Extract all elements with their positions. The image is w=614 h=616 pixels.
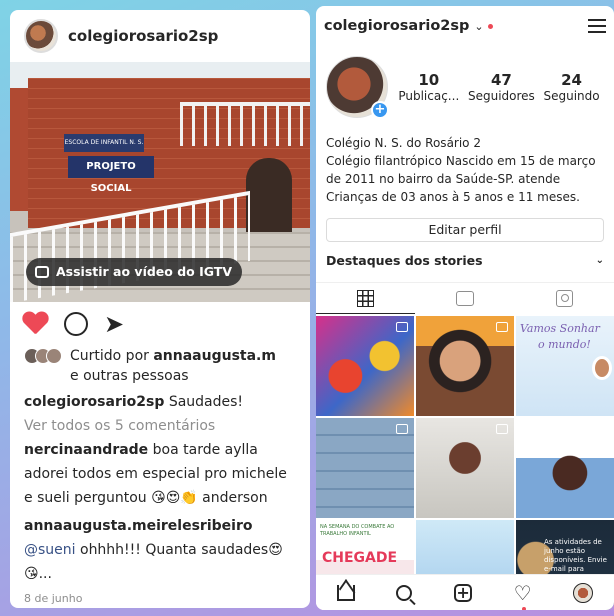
bottom-nav: + ♡: [316, 574, 614, 610]
tile-text: o mundo!: [538, 338, 591, 351]
chevron-down-icon: ⌄: [595, 254, 604, 266]
liked-by-suffix: e outras pessoas: [70, 368, 189, 384]
notification-dot: [487, 23, 493, 29]
view-all-comments-link[interactable]: Ver todos os 5 comentários: [10, 412, 310, 434]
profile-username[interactable]: colegiorosario2sp: [324, 18, 469, 34]
posts-grid: Vamos Sonhar o mundo! NA SEMANA DO COMBA…: [316, 314, 614, 610]
grid-icon: [357, 289, 375, 307]
tile-text: NA SEMANA DO COMBATE AO TRABALHO INFANTI…: [320, 524, 395, 537]
post-date: 8 de junho: [24, 592, 83, 605]
grid-post[interactable]: [316, 316, 414, 416]
liked-by[interactable]: Curtido por annaaugusta.m e outras pesso…: [10, 346, 310, 386]
liked-by-user[interactable]: annaaugusta.m: [153, 348, 276, 364]
post-caption: colegiorosario2sp Saudades!: [10, 386, 310, 412]
liker-avatars: [24, 348, 62, 364]
post-avatar[interactable]: [24, 19, 58, 53]
home-icon[interactable]: [336, 584, 355, 601]
tile-photo: [592, 356, 612, 380]
avatar: [46, 348, 62, 364]
activity-heart-icon[interactable]: ♡: [514, 583, 532, 610]
comment-username[interactable]: annaaugusta.meirelesribeiro: [24, 518, 252, 534]
stat-followers[interactable]: 47 Seguidores: [468, 71, 535, 103]
tile-title: CHEGADE: [322, 550, 398, 566]
comment: annaaugusta.meirelesribeiro @sueni ohhhh…: [10, 510, 310, 586]
bio-name: Colégio N. S. do Rosário 2: [326, 136, 481, 150]
building-sign: PROJETO SOCIAL: [68, 156, 154, 194]
liked-by-prefix: Curtido por: [70, 348, 154, 364]
grid-post[interactable]: [416, 316, 514, 416]
grid-post[interactable]: [416, 418, 514, 518]
profile-tabs: [316, 282, 614, 314]
grid-post[interactable]: [316, 418, 414, 518]
stat-number: 47: [490, 71, 512, 89]
stat-label: Seguindo: [543, 89, 600, 103]
stat-posts[interactable]: 10 Publicaç...: [398, 71, 459, 103]
profile-stats: 10 Publicaç... 47 Seguidores 24 Seguindo: [394, 71, 604, 103]
edit-profile-button[interactable]: Editar perfil: [326, 218, 604, 242]
notification-dot: [521, 606, 526, 610]
comment: nercinaandrade boa tarde aylla adorei to…: [10, 434, 310, 510]
search-icon[interactable]: [396, 584, 413, 601]
menu-icon[interactable]: [588, 19, 606, 33]
igtv-icon: [496, 424, 508, 434]
profile-stats-row: + 10 Publicaç... 47 Seguidores 24 Seguin…: [316, 46, 614, 124]
tile-text: Vamos Sonhar: [520, 322, 600, 335]
heart-icon[interactable]: [22, 312, 48, 336]
comment-username[interactable]: nercinaandrade: [24, 442, 148, 458]
stat-label: Seguidores: [467, 89, 535, 103]
igtv-label: Assistir ao vídeo do IGTV: [56, 264, 233, 279]
tab-tagged[interactable]: [515, 283, 614, 314]
add-story-icon[interactable]: +: [371, 101, 389, 119]
new-post-icon[interactable]: +: [454, 583, 473, 602]
stat-number: 10: [418, 71, 440, 89]
profile-bio: Colégio N. S. do Rosário 2 Colégio filan…: [316, 124, 614, 206]
story-highlights[interactable]: Destaques dos stories ⌄: [316, 242, 614, 270]
stat-following[interactable]: 24 Seguindo: [544, 71, 600, 103]
post-card: colegiorosario2sp ESCOLA DE INFANTIL N. …: [10, 10, 310, 608]
comment-mention[interactable]: @sueni: [24, 542, 76, 558]
tab-igtv[interactable]: [415, 283, 514, 314]
balcony-railing: [180, 102, 310, 146]
stat-number: 24: [561, 71, 582, 89]
igtv-icon: [496, 322, 508, 332]
igtv-icon: [396, 322, 408, 332]
caption-username[interactable]: colegiorosario2sp: [24, 394, 164, 410]
igtv-icon: [455, 291, 474, 306]
igtv-icon: [35, 266, 49, 278]
profile-avatar[interactable]: +: [326, 56, 389, 119]
post-header: colegiorosario2sp: [10, 10, 310, 62]
post-actions: ➤: [10, 302, 310, 346]
igtv-icon: [596, 424, 608, 434]
comment-icon[interactable]: [64, 312, 88, 336]
building-sign-small: ESCOLA DE INFANTIL N. S. DO ROSÁRIO: [64, 134, 144, 164]
stat-label: Publicaç...: [398, 89, 460, 103]
chevron-down-icon[interactable]: ⌄: [474, 20, 483, 33]
grid-post[interactable]: [516, 418, 614, 518]
video-icon: [396, 424, 408, 434]
tagged-icon: [555, 290, 573, 307]
caption-text: Saudades!: [164, 394, 244, 410]
bio-text: Colégio filantrópico Nascido em 15 de ma…: [326, 154, 596, 204]
profile-nav-icon[interactable]: [573, 582, 594, 603]
igtv-watch-button[interactable]: Assistir ao vídeo do IGTV: [26, 258, 243, 286]
post-username[interactable]: colegiorosario2sp: [68, 27, 218, 45]
post-image[interactable]: ESCOLA DE INFANTIL N. S. DO ROSÁRIO PROJ…: [10, 62, 310, 302]
profile-topbar: colegiorosario2sp ⌄: [316, 6, 614, 46]
tile-text: As atividades de junho estão disponíveis…: [544, 538, 607, 573]
grid-post[interactable]: Vamos Sonhar o mundo!: [516, 316, 614, 416]
tab-grid[interactable]: [316, 283, 416, 314]
highlights-label: Destaques dos stories: [326, 252, 483, 268]
profile-screen: colegiorosario2sp ⌄ + 10 Publicaç... 47 …: [316, 6, 614, 610]
share-icon[interactable]: ➤: [104, 312, 124, 336]
